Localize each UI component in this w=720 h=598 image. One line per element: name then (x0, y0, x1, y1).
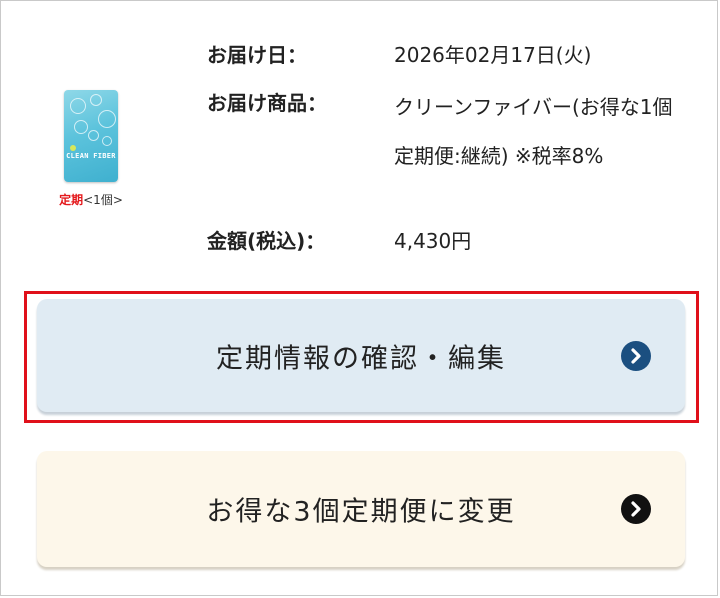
price-value: 4,430円 (394, 229, 472, 253)
delivery-product-value: クリーンファイバー(お得な1個定期便:継続) ※税率8% (394, 95, 673, 168)
subscription-tag: 定期 (59, 193, 84, 207)
quantity-text: <1個> (83, 193, 123, 207)
chevron-right-circle-icon (621, 340, 651, 371)
delivery-date-value: 2026年02月17日(火) (394, 43, 592, 67)
change-plan-button[interactable]: お得な3個定期便に変更 (37, 451, 685, 567)
product-caption: 定期<1個> (41, 193, 141, 207)
edit-subscription-label: 定期情報の確認・編集 (216, 343, 506, 374)
delivery-date-label: お届け日： (207, 43, 307, 67)
price-label: 金額(税込)： (207, 229, 326, 253)
delivery-product-label: お届け商品： (207, 91, 327, 115)
chevron-right-circle-icon (621, 494, 651, 524)
change-plan-label: お得な3個定期便に変更 (206, 496, 516, 528)
edit-subscription-button[interactable]: 定期情報の確認・編集 (37, 299, 685, 412)
product-image: CLEAN FIBER (64, 90, 118, 182)
product-brand-text: CLEAN FIBER (66, 152, 116, 160)
order-card: CLEAN FIBER 定期<1個> お届け日： 2026年02月17日(火) … (0, 0, 718, 596)
